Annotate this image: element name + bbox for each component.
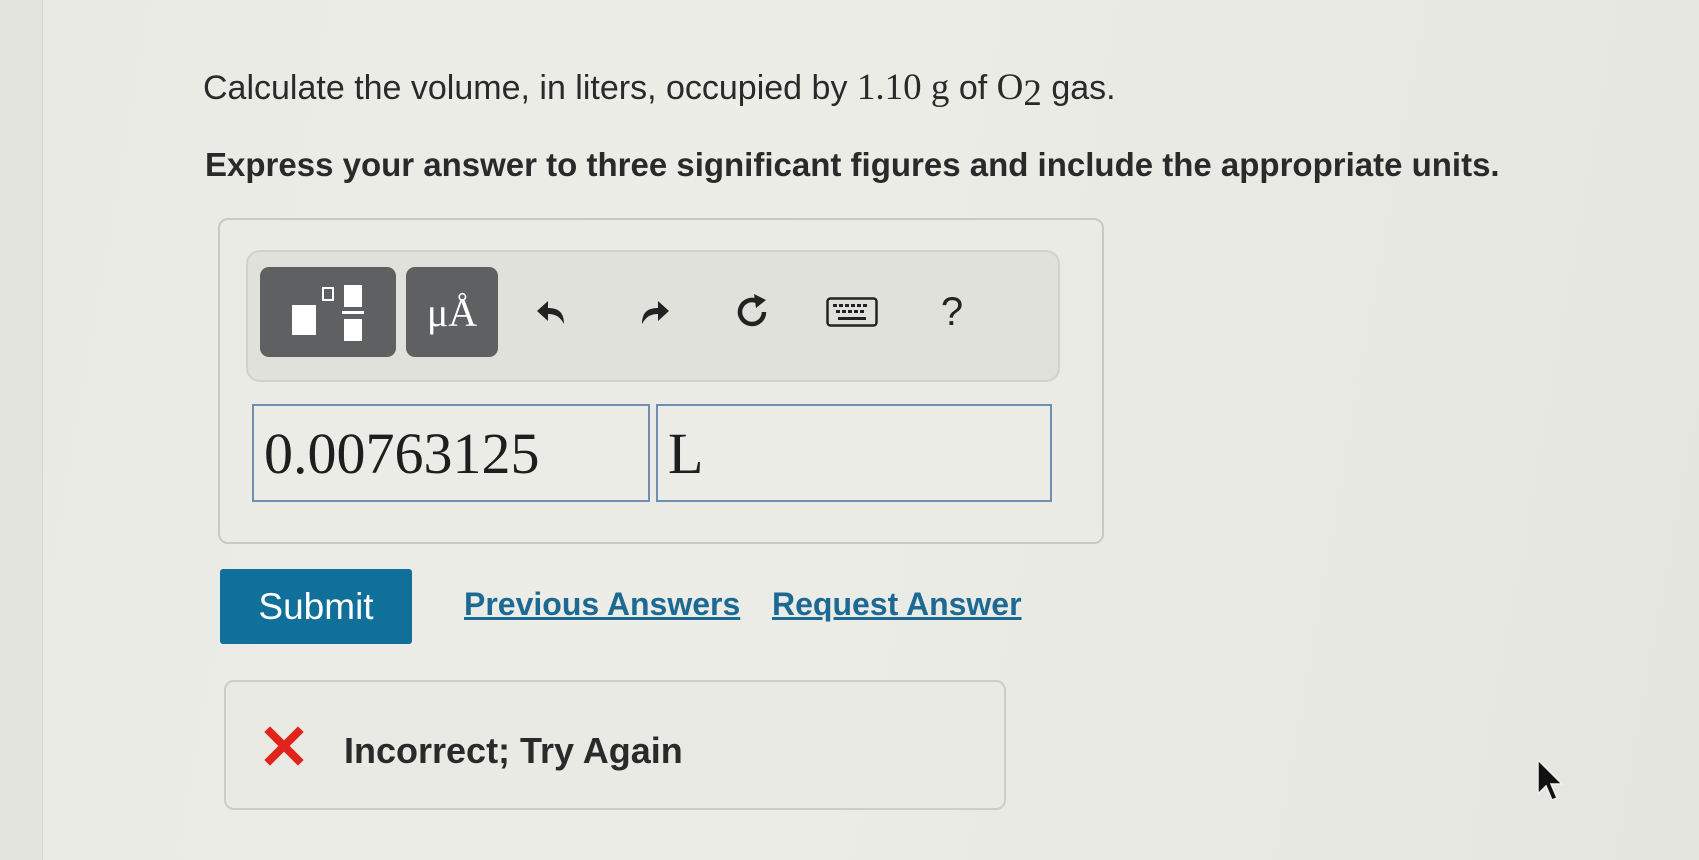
question-text: Calculate the volume, in liters, occupie…	[203, 66, 1116, 115]
request-answer-link[interactable]: Request Answer	[772, 586, 1022, 623]
answer-panel: μÅ ? 0.00763125 L	[218, 218, 1104, 544]
previous-answers-link[interactable]: Previous Answers	[464, 586, 740, 623]
question-middle: of	[949, 69, 997, 107]
instruction-text: Express your answer to three significant…	[205, 146, 1500, 183]
submit-button[interactable]: Submit	[220, 569, 412, 644]
help-icon[interactable]: ?	[924, 282, 980, 342]
page-left-edge	[0, 0, 43, 860]
reset-icon[interactable]	[724, 282, 780, 342]
feedback-box: Incorrect; Try Again	[224, 680, 1006, 810]
answer-unit-input[interactable]: L	[656, 404, 1052, 502]
question-prefix: Calculate the volume, in liters, occupie…	[203, 69, 857, 107]
mouse-cursor-icon	[1537, 758, 1564, 801]
question-mass: 1.10 g	[856, 67, 950, 108]
chemical-formula: O	[996, 67, 1024, 108]
question-suffix: gas.	[1041, 69, 1116, 107]
error-x-icon	[264, 726, 304, 766]
math-toolbar: μÅ ?	[246, 250, 1060, 382]
units-icon: μÅ	[426, 289, 478, 335]
formula-subscript: 2	[1023, 73, 1042, 114]
redo-icon[interactable]	[624, 282, 680, 342]
templates-button[interactable]	[260, 267, 396, 357]
answer-value-input[interactable]: 0.00763125	[252, 404, 650, 502]
templates-icon	[286, 281, 370, 343]
keyboard-icon[interactable]	[824, 282, 880, 342]
feedback-text: Incorrect; Try Again	[344, 730, 683, 771]
undo-icon[interactable]	[526, 282, 582, 342]
units-button[interactable]: μÅ	[406, 267, 498, 357]
